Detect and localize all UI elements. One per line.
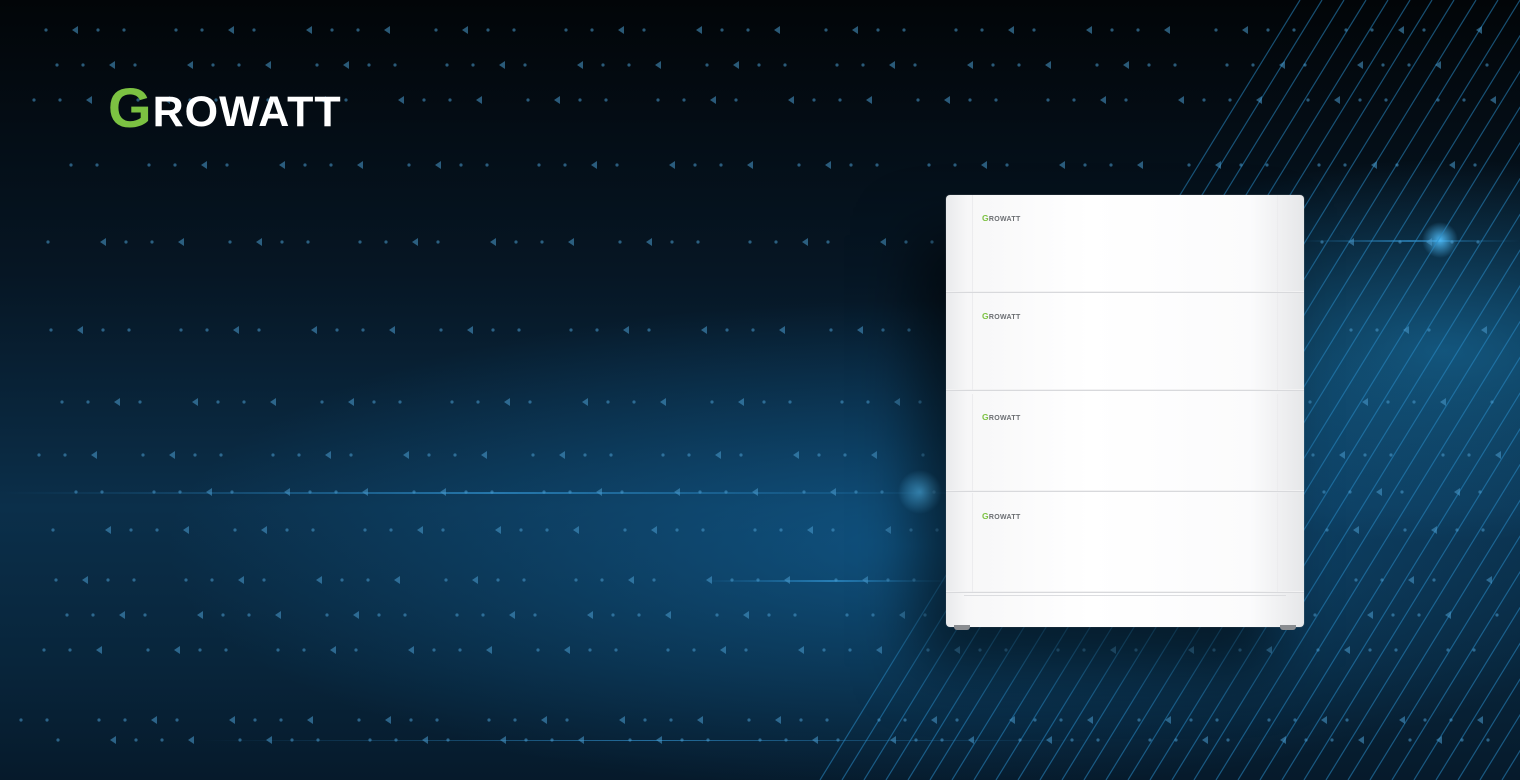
battery-module-4: GROWATT [946,493,1304,593]
battery-module-3: GROWATT [946,394,1304,492]
battery-module-1: GROWATT [946,195,1304,293]
battery-foot [1280,625,1296,630]
module-logo: GROWATT [982,511,1021,521]
growatt-logo[interactable]: G ROWATT [108,80,342,136]
battery-module-2: GROWATT [946,293,1304,391]
battery-stack-image: GROWATT GROWATT GROWATT GROWATT [946,195,1304,630]
battery-foot [954,625,970,630]
logo-initial: G [108,76,152,139]
module-logo: GROWATT [982,412,1021,422]
logo-text: ROWATT [152,88,342,136]
battery-base [946,593,1304,627]
module-logo: GROWATT [982,311,1021,321]
module-logo: GROWATT [982,213,1021,223]
hero-banner: G ROWATT GROWATT GROWATT GROWATT GROWATT [0,0,1520,780]
